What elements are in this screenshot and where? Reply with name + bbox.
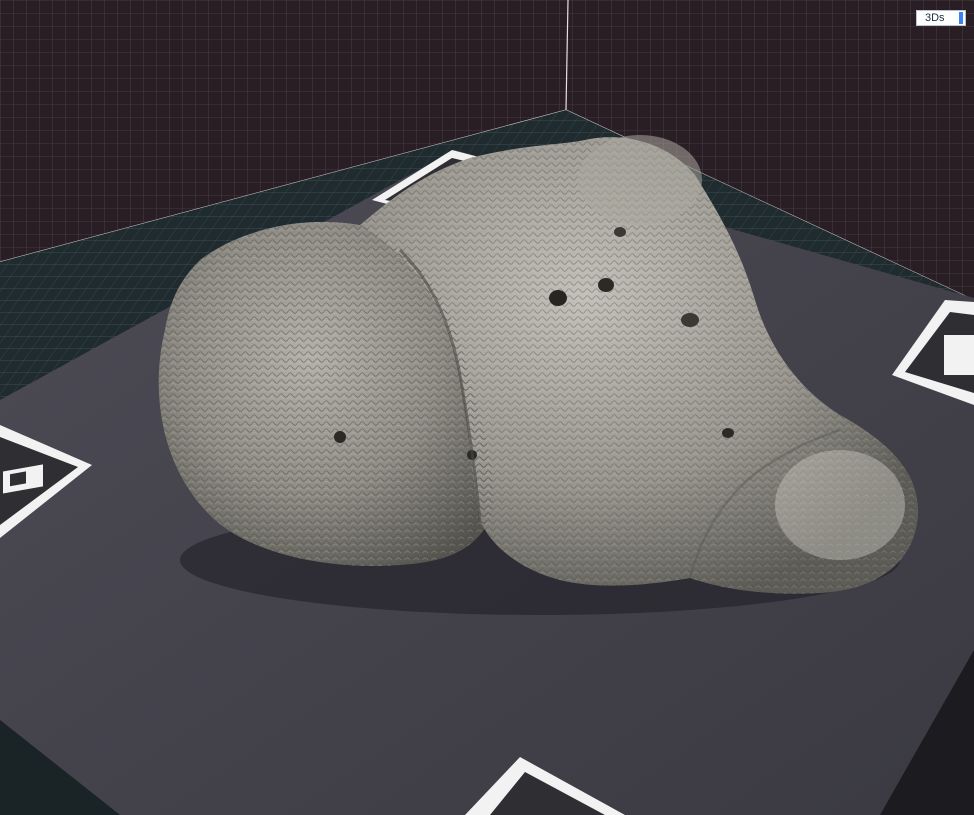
coral-pit — [722, 428, 734, 438]
coral-pit — [334, 431, 346, 443]
view-mode-toggle[interactable]: 3Ds — [916, 10, 966, 26]
view-mode-label: 3Ds — [925, 12, 945, 24]
coral-pit — [549, 290, 567, 306]
coral-specimen-right-tip — [775, 450, 905, 560]
3d-scene-canvas[interactable] — [0, 0, 974, 815]
coral-pit — [614, 227, 626, 237]
coral-specimen-top-dome — [578, 135, 702, 225]
coral-pit — [681, 313, 699, 327]
3d-viewport[interactable]: 3Ds — [0, 0, 974, 815]
coral-pit — [598, 278, 614, 292]
view-mode-indicator-icon — [959, 12, 963, 24]
